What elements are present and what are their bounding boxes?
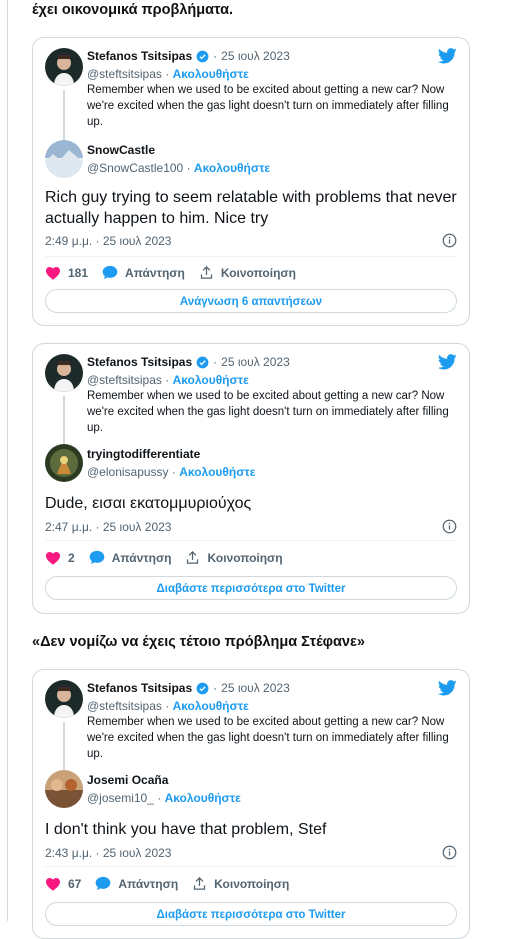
reply-label: Απάντηση bbox=[111, 550, 172, 565]
share-button[interactable]: Κοινοποίηση bbox=[185, 550, 283, 565]
page-left-rule bbox=[7, 0, 8, 921]
quoted-tweet-text: Remember when we used to be excited abou… bbox=[87, 716, 449, 760]
verified-badge-icon bbox=[196, 682, 209, 694]
author-name[interactable]: Stefanos Tsitsipas bbox=[87, 49, 192, 63]
follow-link[interactable]: Ακολουθήστε bbox=[194, 161, 270, 175]
author-handle[interactable]: @steftsitsipas bbox=[87, 699, 162, 713]
avatar-stefanos[interactable] bbox=[45, 48, 83, 86]
divider bbox=[45, 256, 457, 257]
follow-link[interactable]: Ακολουθήστε bbox=[165, 791, 241, 805]
reply-button[interactable]: Απάντηση bbox=[89, 550, 172, 565]
like-count: 2 bbox=[68, 550, 75, 565]
reply-label: Απάντηση bbox=[118, 876, 179, 891]
article-paragraph-top: έχει οικονομικά προβλήματα. bbox=[32, 2, 234, 18]
separator: · bbox=[165, 67, 170, 81]
separator: · bbox=[213, 49, 218, 63]
divider bbox=[45, 540, 457, 541]
share-icon bbox=[194, 876, 206, 890]
embedded-tweet-card: Stefanos Tsitsipas · 25 ιουλ 2023 @steft… bbox=[32, 343, 470, 614]
author-name[interactable]: Stefanos Tsitsipas bbox=[87, 681, 192, 695]
reply-author-name[interactable]: tryingtodifferentiate bbox=[87, 447, 200, 461]
reply-label: Απάντηση bbox=[125, 265, 185, 280]
share-label: Κοινοποίηση bbox=[207, 550, 283, 565]
tweet-date[interactable]: 25 ιουλ 2023 bbox=[221, 355, 290, 369]
thread-connector bbox=[63, 722, 65, 770]
separator: · bbox=[213, 681, 218, 695]
tweet-date[interactable]: 25 ιουλ 2023 bbox=[221, 49, 290, 63]
avatar-reply-author[interactable] bbox=[45, 770, 83, 808]
like-button[interactable]: 67 bbox=[45, 877, 81, 891]
heart-icon bbox=[46, 266, 60, 280]
reply-bubble-icon bbox=[102, 265, 118, 280]
reply-tweet-text: I don't think you have that problem, Ste… bbox=[45, 821, 327, 838]
author-handle[interactable]: @steftsitsipas bbox=[87, 373, 162, 387]
like-button[interactable]: 2 bbox=[45, 551, 75, 565]
divider bbox=[45, 866, 457, 867]
reply-button[interactable]: Απάντηση bbox=[95, 876, 178, 891]
separator: · bbox=[171, 465, 176, 479]
like-button[interactable]: 181 bbox=[45, 266, 88, 280]
reply-tweet-text: Dude, εισαι εκατομμυριούχος bbox=[45, 495, 252, 512]
share-button[interactable]: Κοινοποίηση bbox=[192, 876, 289, 891]
twitter-bird-icon[interactable] bbox=[438, 354, 457, 370]
avatar-reply-author[interactable] bbox=[45, 444, 83, 482]
twitter-bird-icon[interactable] bbox=[438, 48, 457, 64]
reply-author-name[interactable]: SnowCastle bbox=[87, 143, 155, 157]
embedded-tweet-card: Stefanos Tsitsipas · 25 ιουλ 2023 @steft… bbox=[32, 37, 470, 326]
tweet-timestamp[interactable]: 2:47 μ.μ. · 25 ιουλ 2023 bbox=[45, 520, 171, 534]
avatar-reply-author[interactable] bbox=[45, 140, 83, 178]
like-count: 181 bbox=[68, 265, 89, 280]
read-more-on-twitter-button[interactable]: Διαβάστε περισσότερα στο Twitter bbox=[45, 576, 457, 600]
share-label: Κοινοποίηση bbox=[220, 265, 296, 280]
separator: · bbox=[165, 373, 170, 387]
reply-author-handle[interactable]: @SnowCastle100 bbox=[87, 161, 183, 175]
separator: · bbox=[186, 161, 191, 175]
follow-link[interactable]: Ακολουθήστε bbox=[173, 373, 249, 387]
separator: · bbox=[157, 791, 162, 805]
reply-author-name[interactable]: Josemi Ocaña bbox=[87, 773, 168, 787]
follow-link[interactable]: Ακολουθήστε bbox=[179, 465, 255, 479]
thread-connector bbox=[63, 396, 65, 446]
avatar-stefanos[interactable] bbox=[45, 680, 83, 718]
read-replies-button[interactable]: Ανάγνωση 6 απαντήσεων bbox=[45, 289, 457, 313]
thread-connector bbox=[63, 90, 65, 142]
tweet-timestamp[interactable]: 2:43 μ.μ. · 25 ιουλ 2023 bbox=[45, 846, 171, 860]
tweet-date[interactable]: 25 ιουλ 2023 bbox=[221, 681, 290, 695]
heart-icon bbox=[46, 551, 60, 565]
like-count: 67 bbox=[68, 876, 82, 891]
share-button[interactable]: Κοινοποίηση bbox=[199, 265, 296, 280]
separator: · bbox=[165, 699, 170, 713]
author-name[interactable]: Stefanos Tsitsipas bbox=[87, 355, 192, 369]
quoted-tweet-text: Remember when we used to be excited abou… bbox=[87, 84, 449, 128]
reply-bubble-icon bbox=[96, 876, 111, 891]
twitter-bird-icon[interactable] bbox=[438, 680, 457, 696]
tweet-timestamp[interactable]: 2:49 μ.μ. · 25 ιουλ 2023 bbox=[45, 234, 171, 248]
reply-author-handle[interactable]: @josemi10_ bbox=[87, 791, 154, 805]
share-icon bbox=[187, 550, 199, 564]
share-icon bbox=[200, 265, 212, 279]
follow-link[interactable]: Ακολουθήστε bbox=[173, 67, 249, 81]
info-icon[interactable] bbox=[442, 233, 457, 248]
reply-tweet-text: Rich guy trying to seem relatable with p… bbox=[45, 189, 457, 227]
verified-badge-icon bbox=[196, 50, 209, 62]
info-icon[interactable] bbox=[442, 519, 457, 534]
info-icon[interactable] bbox=[442, 845, 457, 860]
quoted-tweet-text: Remember when we used to be excited abou… bbox=[87, 390, 449, 434]
verified-badge-icon bbox=[196, 356, 209, 368]
heart-icon bbox=[46, 877, 60, 891]
reply-button[interactable]: Απάντηση bbox=[102, 265, 185, 280]
article-subheading: «Δεν νομίζω να έχεις τέτοιο πρόβλημα Στέ… bbox=[32, 634, 365, 650]
reply-author-handle[interactable]: @elonisapussy bbox=[87, 465, 169, 479]
follow-link[interactable]: Ακολουθήστε bbox=[173, 699, 249, 713]
avatar-stefanos[interactable] bbox=[45, 354, 83, 392]
share-label: Κοινοποίηση bbox=[214, 876, 290, 891]
author-handle[interactable]: @steftsitsipas bbox=[87, 67, 162, 81]
read-more-on-twitter-button[interactable]: Διαβάστε περισσότερα στο Twitter bbox=[45, 902, 457, 926]
separator: · bbox=[213, 355, 218, 369]
reply-bubble-icon bbox=[89, 550, 105, 565]
embedded-tweet-card: Stefanos Tsitsipas · 25 ιουλ 2023 @steft… bbox=[32, 669, 470, 939]
